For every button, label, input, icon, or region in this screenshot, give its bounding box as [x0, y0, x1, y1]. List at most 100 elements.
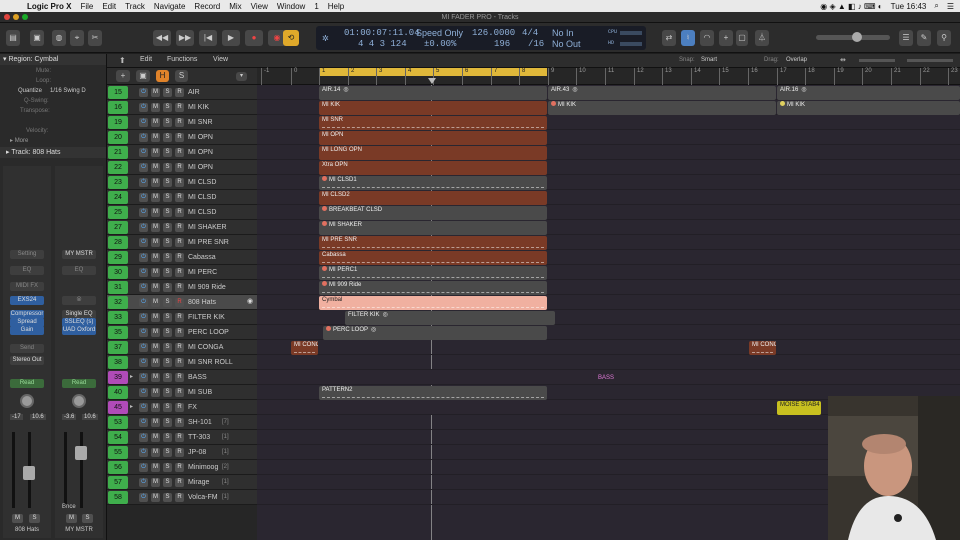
track-header[interactable]: 55 ⏻ M S R JP-08 [1] [107, 445, 257, 460]
track-name[interactable]: FX [188, 400, 197, 415]
power-icon[interactable]: ⏻ [139, 253, 148, 262]
mute-button[interactable]: M [151, 253, 160, 262]
track-header[interactable]: 32 ⏻ M S R 808 Hats ◉ [107, 295, 257, 310]
region[interactable]: MI OPN [319, 131, 547, 145]
master-name-slot[interactable]: MY MSTR [62, 250, 96, 259]
track-name[interactable]: MI OPN [188, 130, 213, 145]
track-name[interactable]: MI KIK [188, 100, 209, 115]
track-header[interactable]: 40 ⏻ M S R MI SUB [107, 385, 257, 400]
solo-button[interactable]: S [163, 298, 172, 307]
track-name[interactable]: MI SHAKER [188, 220, 227, 235]
hide-button[interactable]: H [156, 70, 169, 82]
mute-button[interactable]: M [151, 373, 160, 382]
power-icon[interactable]: ⏻ [139, 283, 148, 292]
power-icon[interactable]: ⏻ [139, 238, 148, 247]
record-enable-button[interactable]: R [175, 343, 184, 352]
notepad-icon[interactable]: ✎ [917, 30, 931, 46]
track-name[interactable]: BASS [188, 370, 207, 385]
menu-navigate[interactable]: Navigate [154, 2, 186, 11]
track-header[interactable]: 30 ⏻ M S R MI PERC [107, 265, 257, 280]
region[interactable]: MI SNR [319, 116, 547, 130]
mute-button[interactable]: M [151, 163, 160, 172]
mute-button[interactable]: M [151, 88, 160, 97]
solo-button[interactable]: S [163, 238, 172, 247]
solo-button[interactable]: S [163, 358, 172, 367]
track-header[interactable]: 19 ⏻ M S R MI SNR [107, 115, 257, 130]
playhead-icon[interactable] [428, 78, 436, 84]
mute-button[interactable]: M [151, 388, 160, 397]
solo-button[interactable]: S [163, 448, 172, 457]
record-enable-button[interactable]: R [175, 253, 184, 262]
solo-button[interactable]: S [163, 253, 172, 262]
inspector-icon[interactable]: ▣ [30, 30, 44, 46]
power-icon[interactable]: ⏻ [139, 298, 148, 307]
menu-mix[interactable]: Mix [229, 2, 241, 11]
menu-1[interactable]: 1 [314, 2, 318, 11]
track-name[interactable]: 808 Hats [188, 295, 216, 310]
folder-disclosure-icon[interactable]: ▸ [130, 373, 133, 380]
solo-icon[interactable]: ◠ [700, 30, 714, 46]
setting-button[interactable]: Setting [10, 250, 44, 259]
track-header[interactable]: 45 ▸ ⏻ M S R FX [107, 400, 257, 415]
region[interactable]: FILTER KIK ◎ [345, 311, 555, 325]
solo-button[interactable]: S [163, 403, 172, 412]
track-header[interactable]: 31 ⏻ M S R MI 909 Ride [107, 280, 257, 295]
track-name[interactable]: FILTER KIK [188, 310, 225, 325]
power-icon[interactable]: ⏻ [139, 103, 148, 112]
track-name[interactable]: MI PERC [188, 265, 217, 280]
track-lane[interactable] [257, 340, 960, 355]
menu-view[interactable]: View [251, 2, 268, 11]
power-icon[interactable]: ⏻ [139, 133, 148, 142]
track-header[interactable]: 20 ⏻ M S R MI OPN [107, 130, 257, 145]
solo-button[interactable]: S [163, 163, 172, 172]
view-menu[interactable]: View [213, 56, 228, 63]
record-enable-button[interactable]: R [175, 358, 184, 367]
region[interactable]: MI SHAKER [319, 221, 547, 235]
track-name[interactable]: Volca-FM [188, 490, 218, 505]
region[interactable]: PERC LOOP ◎ [323, 326, 547, 340]
record-enable-button[interactable]: R [175, 133, 184, 142]
strip-solo-button[interactable]: S [29, 514, 40, 523]
eq-button[interactable]: EQ [10, 266, 44, 275]
power-icon[interactable]: ⏻ [139, 388, 148, 397]
region[interactable]: MI CLSD1 [319, 176, 547, 190]
region[interactable]: Cabassa [319, 251, 547, 265]
waveform-zoom-icon[interactable]: ⇹ [840, 56, 846, 64]
region[interactable]: PATTERN2 [319, 386, 547, 400]
library-icon[interactable]: ▤ [6, 30, 20, 46]
snap-select[interactable]: Smart [701, 57, 751, 63]
mute-button[interactable]: M [151, 328, 160, 337]
track-name[interactable]: MI 909 Ride [188, 280, 226, 295]
mute-button[interactable]: M [151, 313, 160, 322]
track-name[interactable]: Mirage [188, 475, 209, 490]
mute-button[interactable]: M [151, 463, 160, 472]
power-icon[interactable]: ⏻ [139, 178, 148, 187]
metronome-icon[interactable]: ⏃ [755, 30, 769, 46]
record-enable-button[interactable]: R [175, 373, 184, 382]
chevron-down-icon[interactable]: ▾ [236, 72, 247, 81]
record-enable-button[interactable]: R [175, 403, 184, 412]
mute-button[interactable]: M [151, 283, 160, 292]
record-enable-button[interactable]: R [175, 328, 184, 337]
region[interactable]: Cymbal [319, 296, 547, 310]
solo-button[interactable]: S [163, 223, 172, 232]
midi-fx-slot[interactable]: MIDI FX [10, 282, 44, 291]
pan-knob[interactable] [20, 394, 34, 408]
mute-button[interactable]: M [151, 178, 160, 187]
track-name[interactable]: MI PRE SNR [188, 235, 229, 250]
solo-button[interactable]: S [163, 133, 172, 142]
track-header[interactable]: 35 ⏻ M S R PERC LOOP [107, 325, 257, 340]
record-enable-button[interactable]: R [175, 493, 184, 502]
master-volume-fader[interactable] [75, 446, 87, 460]
solo-button[interactable]: S [163, 148, 172, 157]
power-icon[interactable]: ⏻ [139, 148, 148, 157]
menu-edit[interactable]: Edit [102, 2, 116, 11]
power-icon[interactable]: ⏻ [139, 463, 148, 472]
master-mute-button[interactable]: M [66, 514, 77, 523]
horizontal-zoom-slider[interactable] [907, 59, 953, 62]
region[interactable]: Xtra OPN [319, 161, 547, 175]
solo-button[interactable]: S [163, 478, 172, 487]
power-icon[interactable]: ⏻ [139, 268, 148, 277]
menu-record[interactable]: Record [194, 2, 220, 11]
edit-menu[interactable]: Edit [140, 56, 152, 63]
